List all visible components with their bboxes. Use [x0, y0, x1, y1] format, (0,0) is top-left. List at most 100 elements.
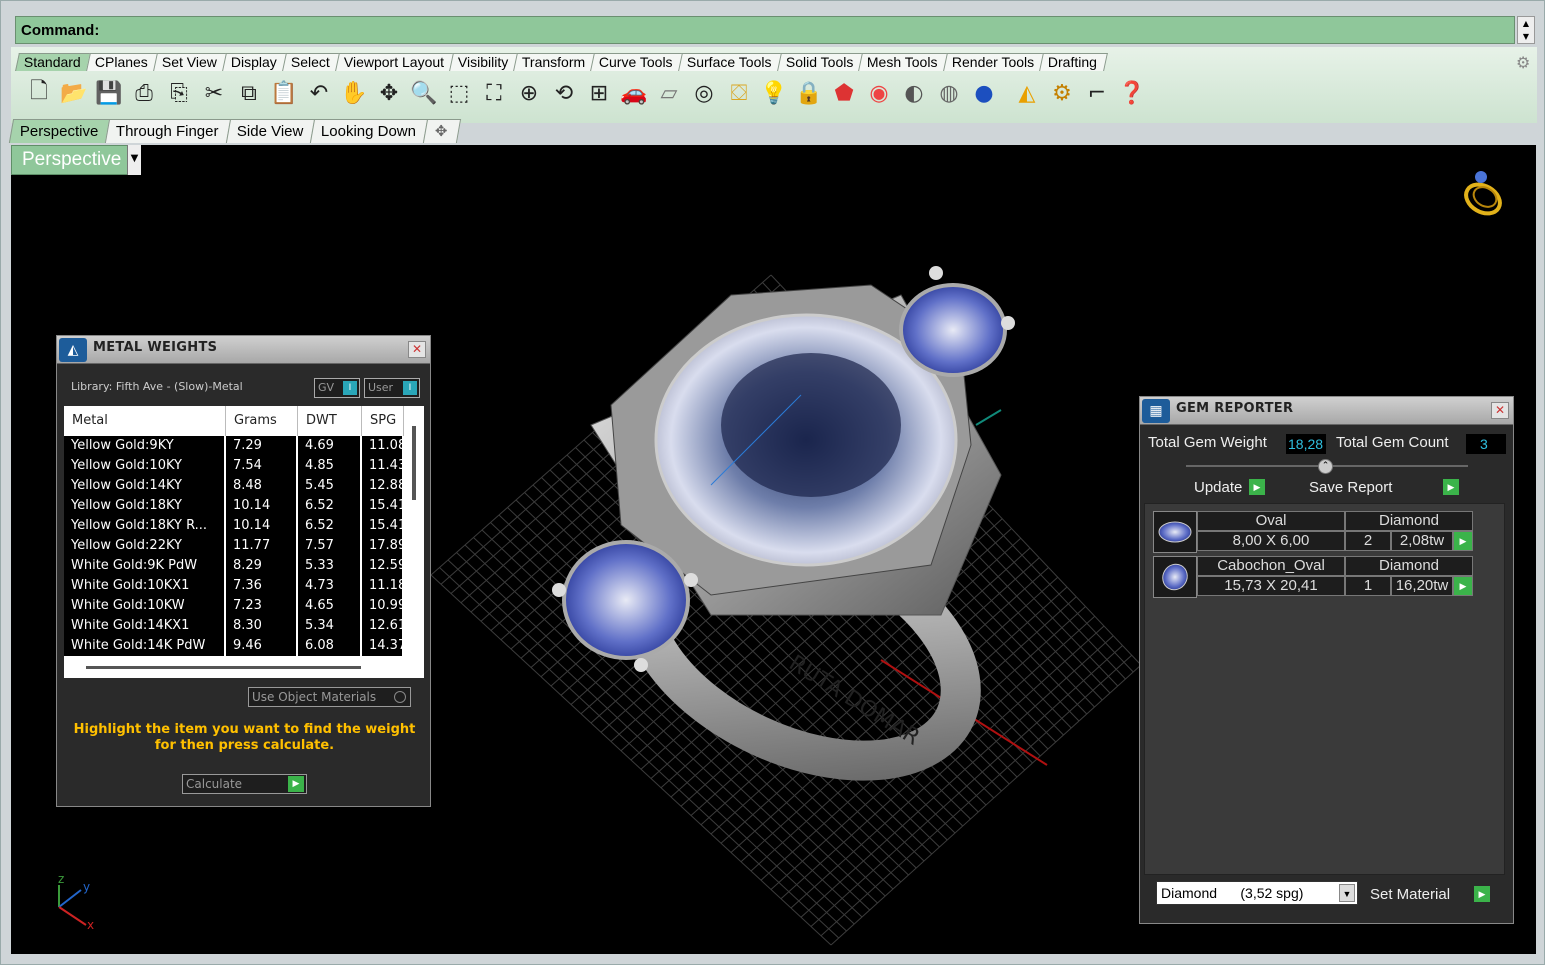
new-file-icon[interactable]: 🗋: [23, 77, 55, 109]
zoom-extents-icon[interactable]: ⛶: [478, 77, 510, 109]
open-file-icon[interactable]: 📂: [58, 77, 90, 109]
metal-spg: 15.41: [362, 516, 404, 536]
command-line[interactable]: Command:: [15, 16, 1515, 44]
copy-icon[interactable]: ⧉: [233, 77, 265, 109]
paste-icon[interactable]: 📋: [268, 77, 300, 109]
viewport-menu-chevron-icon[interactable]: ▼: [127, 145, 141, 175]
gv-button[interactable]: GV I: [314, 378, 360, 398]
col-grams[interactable]: Grams: [226, 406, 298, 436]
color-wheel-icon[interactable]: ◉: [863, 77, 895, 109]
table-row[interactable]: White Gold:14KX1 8.30 5.34 12.61: [64, 616, 404, 636]
light-icon[interactable]: 💡: [758, 77, 790, 109]
tab-transform[interactable]: Transform: [513, 53, 597, 71]
render-spotlight-icon[interactable]: ◭: [1011, 77, 1043, 109]
table-row[interactable]: Yellow Gold:14KY 8.48 5.45 12.88: [64, 476, 404, 496]
tab-side-view[interactable]: Side View: [225, 119, 316, 143]
metal-grams: 7.36: [226, 576, 298, 596]
set-material-button[interactable]: Set Material ▶: [1370, 885, 1492, 907]
viewport-label[interactable]: Perspective: [11, 145, 141, 175]
print-icon[interactable]: ⎙: [128, 77, 160, 109]
tab-solid-tools[interactable]: Solid Tools: [776, 53, 864, 71]
undo-icon[interactable]: ↶: [303, 77, 335, 109]
tab-surface-tools[interactable]: Surface Tools: [678, 53, 783, 71]
gem-list[interactable]: Oval Diamond 8,00 X 6,00 2 2,08tw ▶ Cabo…: [1144, 503, 1505, 875]
options-icon[interactable]: ⚙: [1046, 77, 1078, 109]
zoom-window-icon[interactable]: ⬚: [443, 77, 475, 109]
metal-weights-titlebar[interactable]: ◭ METAL WEIGHTS ✕: [57, 336, 430, 364]
tab-looking-down[interactable]: Looking Down: [310, 119, 429, 143]
tab-set-view[interactable]: Set View: [152, 53, 228, 71]
tab-select[interactable]: Select: [281, 53, 341, 71]
metal-table[interactable]: Metal Grams DWT SPG Yellow Gold:9KY 7.29 4…: [64, 406, 424, 678]
table-row[interactable]: Yellow Gold:22KY 11.77 7.57 17.89: [64, 536, 404, 556]
gem-material: Diamond: [1345, 511, 1473, 531]
zoom-selected-icon[interactable]: ⊕: [513, 77, 545, 109]
zoom-icon[interactable]: 🔍: [408, 77, 440, 109]
gem-slider-knob[interactable]: ⌃: [1318, 459, 1333, 474]
cut-icon[interactable]: ✂: [198, 77, 230, 109]
command-scroll[interactable]: ▲ ▼: [1517, 16, 1535, 44]
use-object-materials-toggle[interactable]: Use Object Materials: [248, 687, 411, 707]
gem-select-play-icon[interactable]: ▶: [1453, 576, 1473, 596]
table-row[interactable]: Yellow Gold:18KY 10.14 6.52 15.41: [64, 496, 404, 516]
object-snap-icon[interactable]: ◎: [688, 77, 720, 109]
grid-plane-icon[interactable]: ▱: [653, 77, 685, 109]
col-metal[interactable]: Metal: [64, 406, 226, 436]
metal-table-vscroll[interactable]: [412, 426, 416, 500]
col-dwt[interactable]: DWT: [298, 406, 362, 436]
metal-spg: 12.61: [362, 616, 404, 636]
car-layer-icon[interactable]: 🚗: [618, 77, 650, 109]
help-icon[interactable]: ❓: [1116, 77, 1148, 109]
pan-icon[interactable]: ✋: [338, 77, 370, 109]
tab-display[interactable]: Display: [221, 53, 288, 71]
lock-icon[interactable]: 🔒: [793, 77, 825, 109]
save-icon[interactable]: 💾: [93, 77, 125, 109]
table-row[interactable]: Yellow Gold:18KY R... 10.14 6.52 15.41: [64, 516, 404, 536]
rotate-view-icon[interactable]: ⟲: [548, 77, 580, 109]
gumball-icon[interactable]: ⛋: [723, 77, 755, 109]
save-report-button[interactable]: Save Report ▶: [1307, 478, 1461, 498]
tab-visibility[interactable]: Visibility: [448, 53, 519, 71]
metal-spg: 15.41: [362, 496, 404, 516]
calculate-button[interactable]: Calculate ▶: [182, 774, 307, 794]
tab-mesh-tools[interactable]: Mesh Tools: [858, 53, 949, 71]
tab-cplanes[interactable]: CPlanes: [85, 53, 159, 71]
table-row[interactable]: White Gold:14K PdW 9.46 6.08 14.37: [64, 636, 404, 656]
close-icon[interactable]: ✕: [408, 341, 426, 358]
tab-curve-tools[interactable]: Curve Tools: [590, 53, 684, 71]
user-button[interactable]: User I: [364, 378, 420, 398]
update-button[interactable]: Update ▶: [1192, 478, 1267, 498]
cabochon-gem-icon: [1153, 556, 1197, 598]
four-viewports-icon[interactable]: ⊞: [583, 77, 615, 109]
gem-reporter-titlebar[interactable]: ▦ GEM REPORTER ✕: [1140, 397, 1513, 425]
sphere-ghost-icon[interactable]: ◍: [933, 77, 965, 109]
gem-row[interactable]: Cabochon_Oval Diamond 15,73 X 20,41 1 16…: [1153, 556, 1475, 598]
gem-row[interactable]: Oval Diamond 8,00 X 6,00 2 2,08tw ▶: [1153, 511, 1475, 553]
sphere-render-icon[interactable]: ●: [968, 77, 1000, 109]
table-row[interactable]: Yellow Gold:10KY 7.54 4.85 11.43: [64, 456, 404, 476]
table-row[interactable]: Yellow Gold:9KY 7.29 4.69 11.08: [64, 436, 404, 456]
gem-select-play-icon[interactable]: ▶: [1453, 531, 1473, 551]
import-icon[interactable]: ⎘: [163, 77, 195, 109]
tab-viewport-layout[interactable]: Viewport Layout: [334, 53, 455, 71]
tab-perspective[interactable]: Perspective: [8, 119, 111, 143]
table-row[interactable]: White Gold:10KX1 7.36 4.73 11.18: [64, 576, 404, 596]
move-icon[interactable]: ✥: [373, 77, 405, 109]
tab-standard[interactable]: Standard: [15, 53, 92, 71]
close-icon[interactable]: ✕: [1491, 402, 1509, 419]
sphere-wire-icon[interactable]: ◐: [898, 77, 930, 109]
add-viewport-tab-icon[interactable]: ✥: [423, 119, 462, 143]
metal-table-hscroll[interactable]: [86, 666, 361, 669]
table-row[interactable]: White Gold:9K PdW 8.29 5.33 12.59: [64, 556, 404, 576]
tab-render-tools[interactable]: Render Tools: [942, 53, 1045, 71]
shade-icon[interactable]: ⬟: [828, 77, 860, 109]
col-spg[interactable]: SPG: [362, 406, 404, 436]
metal-name: Yellow Gold:18KY: [64, 496, 226, 516]
dimension-icon[interactable]: ⌐: [1081, 77, 1113, 109]
tab-drafting[interactable]: Drafting: [1038, 53, 1108, 71]
material-select[interactable]: Diamond (3,52 spg) ▼: [1156, 881, 1358, 905]
toolbar-settings-icon[interactable]: ⚙: [1516, 53, 1530, 72]
tab-through-finger[interactable]: Through Finger: [105, 119, 232, 143]
table-row[interactable]: White Gold:10KW 7.23 4.65 10.99: [64, 596, 404, 616]
gem-shape: Cabochon_Oval: [1197, 556, 1345, 576]
